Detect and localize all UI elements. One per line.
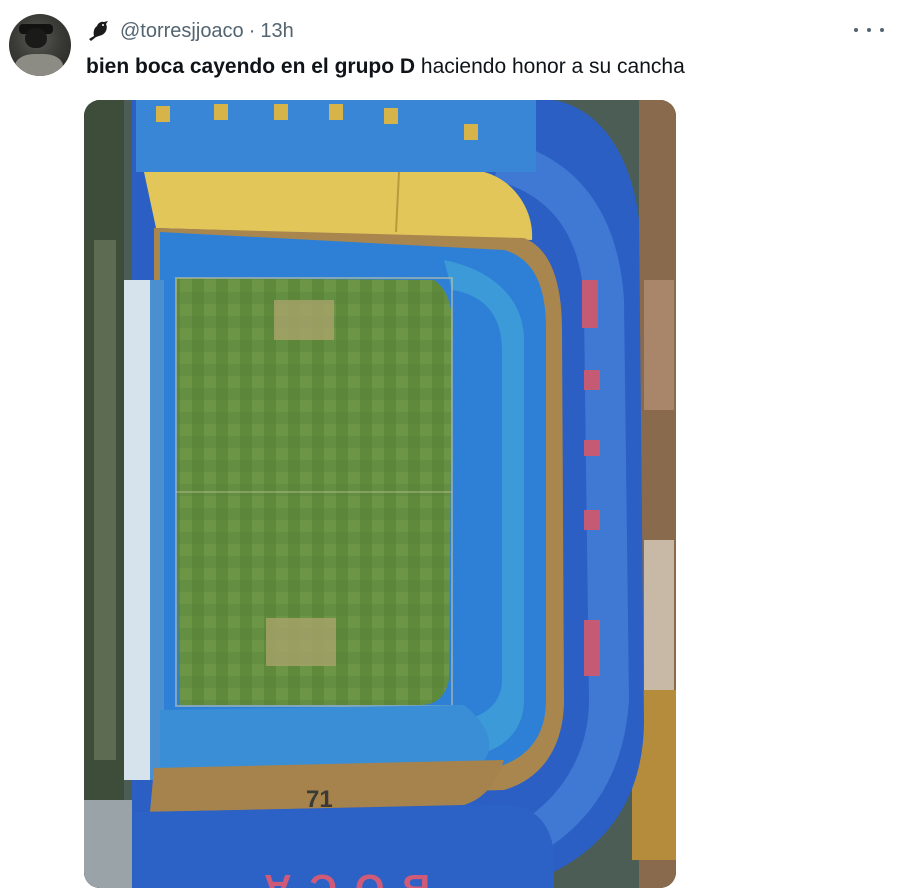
tweet-media-image[interactable]: 71 BOCA bbox=[84, 100, 676, 888]
tweet-timestamp[interactable]: 13h bbox=[260, 20, 293, 43]
more-dot bbox=[854, 28, 858, 32]
more-dot bbox=[880, 28, 884, 32]
bird-icon bbox=[86, 19, 112, 43]
more-options-icon[interactable] bbox=[854, 20, 884, 40]
tweet-text-regular: haciendo honor a su cancha bbox=[415, 55, 685, 78]
avatar-face bbox=[25, 28, 47, 48]
more-dot bbox=[867, 28, 871, 32]
tweet-text: bien boca cayendo en el grupo D haciendo… bbox=[86, 53, 685, 81]
header-separator: · bbox=[248, 19, 256, 42]
tweet-header: @torresjjoaco · 13h bbox=[86, 18, 294, 44]
stand-lettering: BOCA bbox=[246, 866, 430, 888]
author-handle[interactable]: @torresjjoaco bbox=[120, 20, 244, 43]
avatar-body bbox=[15, 54, 63, 76]
author-avatar[interactable] bbox=[9, 14, 71, 76]
stadium-aerial-photo: 71 BOCA bbox=[84, 100, 676, 888]
tweet-text-bold: bien boca cayendo en el grupo D bbox=[86, 55, 416, 78]
